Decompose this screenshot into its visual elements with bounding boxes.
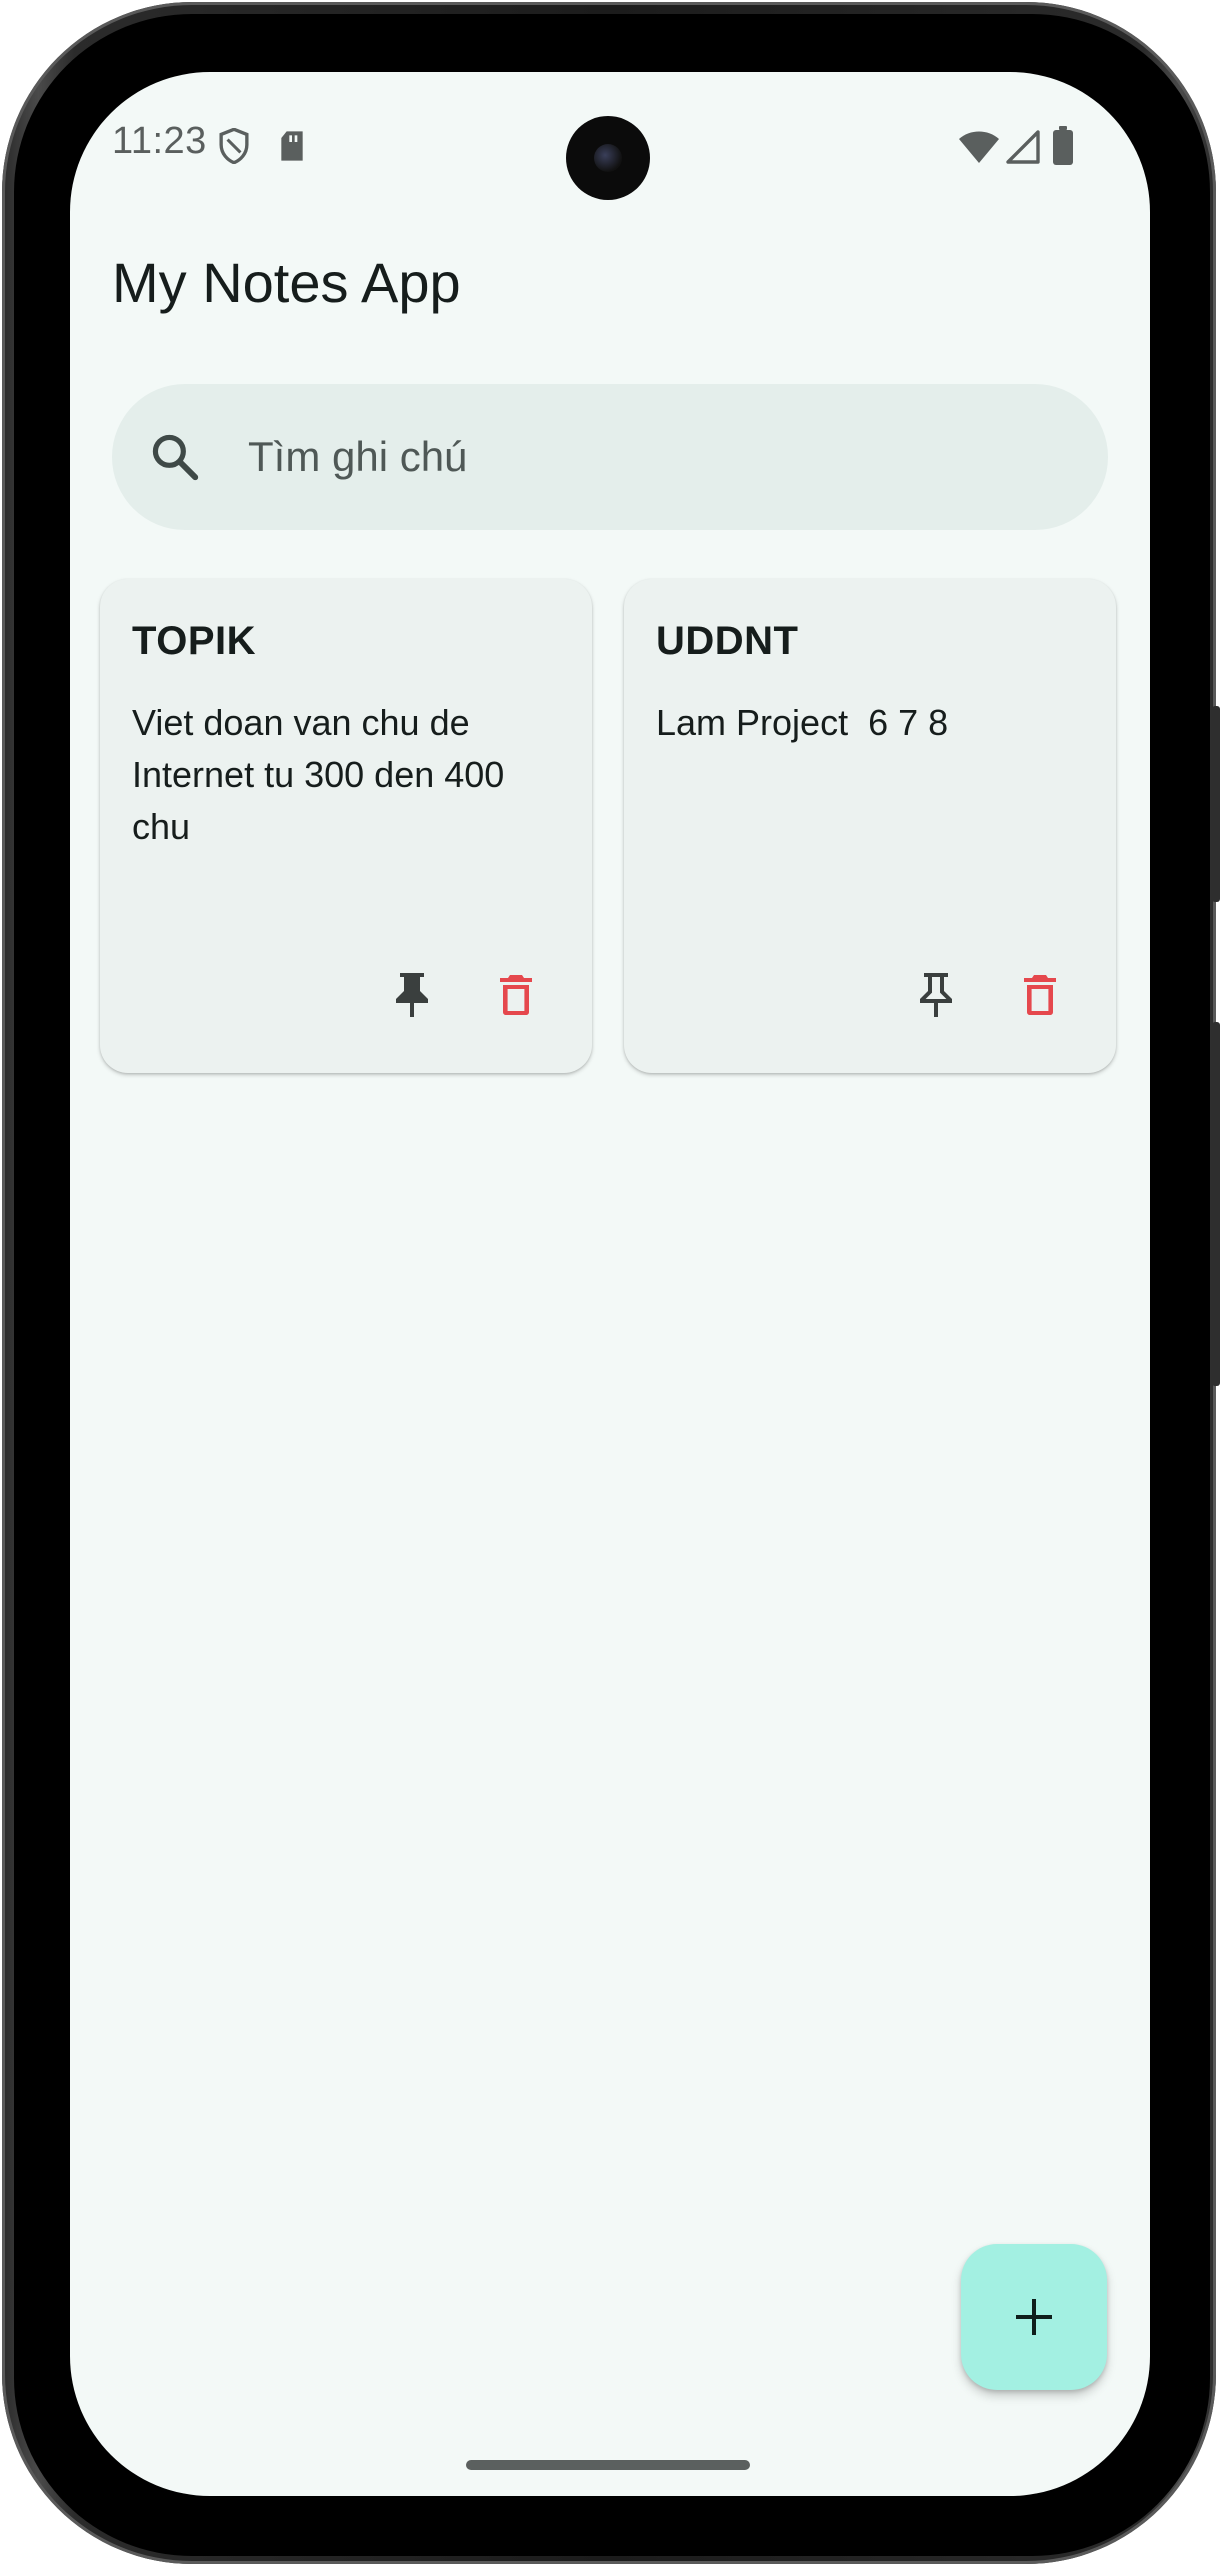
battery-icon bbox=[1053, 126, 1073, 165]
cell-signal-icon bbox=[1006, 130, 1040, 164]
note-title: UDDNT bbox=[656, 619, 799, 663]
delete-button[interactable] bbox=[480, 959, 552, 1031]
plus-icon bbox=[1016, 2299, 1052, 2335]
note-body: Lam Project 6 7 8 bbox=[656, 702, 949, 743]
page-title: My Notes App bbox=[112, 251, 461, 314]
note-card[interactable]: UDDNT Lam Project 6 7 8 bbox=[624, 579, 1116, 1073]
delete-icon bbox=[500, 975, 532, 1015]
add-note-button[interactable] bbox=[961, 2244, 1107, 2390]
screen: 11:23 My Notes App TO bbox=[70, 72, 1150, 2496]
pin-outline-icon bbox=[920, 973, 952, 1017]
pin-button[interactable] bbox=[900, 959, 972, 1031]
pin-icon bbox=[396, 973, 428, 1017]
home-indicator[interactable] bbox=[466, 2460, 750, 2470]
delete-icon bbox=[1024, 975, 1056, 1015]
pin-button[interactable] bbox=[376, 959, 448, 1031]
note-card[interactable]: TOPIK Viet doan van chu de Internet tu 3… bbox=[100, 579, 592, 1073]
power-button bbox=[1212, 706, 1220, 902]
sd-card-icon bbox=[281, 131, 303, 161]
search-input[interactable] bbox=[248, 384, 1068, 530]
shield-icon bbox=[219, 128, 249, 164]
search-icon bbox=[152, 434, 199, 481]
note-title: TOPIK bbox=[132, 619, 257, 663]
volume-button bbox=[1212, 1022, 1220, 1386]
note-body: Viet doan van chu de Internet tu 300 den… bbox=[132, 702, 505, 847]
front-camera bbox=[566, 116, 650, 200]
search-bar[interactable] bbox=[112, 384, 1108, 530]
delete-button[interactable] bbox=[1004, 959, 1076, 1031]
status-time: 11:23 bbox=[112, 120, 207, 162]
wifi-icon bbox=[959, 131, 999, 163]
